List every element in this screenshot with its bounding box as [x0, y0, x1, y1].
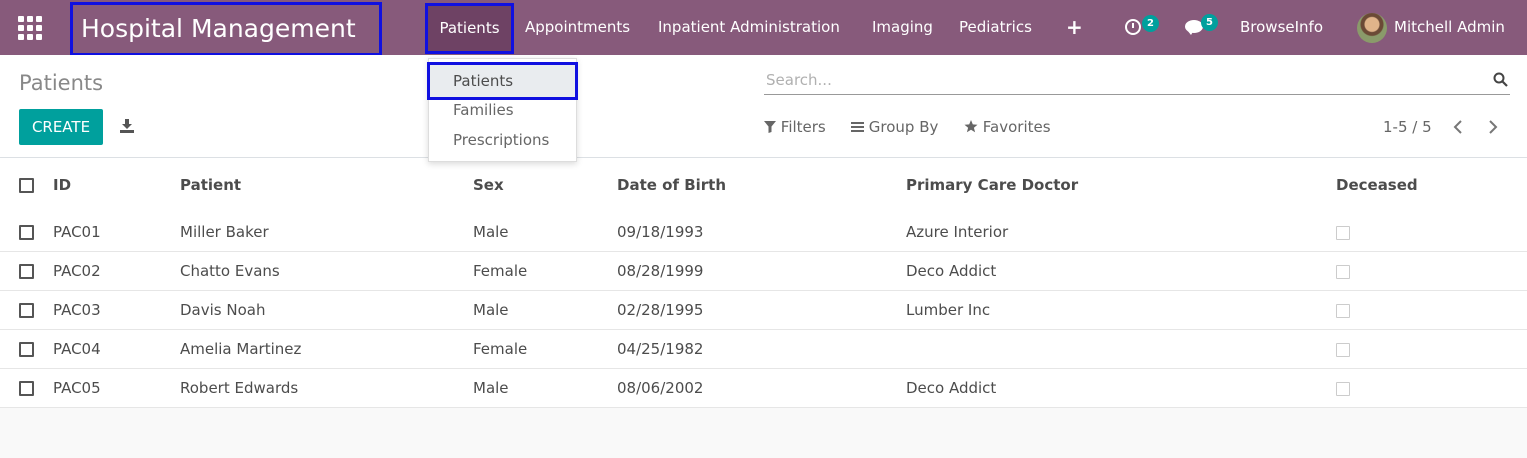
cell-id: PAC01: [53, 223, 101, 241]
top-navbar: Hospital Management Patients Appointment…: [0, 0, 1527, 56]
deceased-checkbox: [1336, 343, 1350, 357]
patients-list-table: ID Patient Sex Date of Birth Primary Car…: [0, 158, 1527, 408]
cell-date-of-birth: 09/18/1993: [617, 223, 704, 241]
filters-button[interactable]: Filters: [764, 118, 826, 136]
list-bars-icon: [851, 122, 864, 132]
cell-date-of-birth: 02/28/1995: [617, 301, 704, 319]
cell-patient: Chatto Evans: [180, 262, 280, 280]
filter-icon: [764, 121, 776, 133]
table-header: ID Patient Sex Date of Birth Primary Car…: [0, 158, 1527, 213]
menu-inpatient-administration[interactable]: Inpatient Administration: [658, 0, 840, 55]
user-menu[interactable]: Mitchell Admin: [1394, 0, 1505, 55]
dropdown-item-families[interactable]: Families: [453, 101, 514, 119]
deceased-checkbox: [1336, 265, 1350, 279]
cell-sex: Female: [473, 340, 528, 358]
cell-primary-care-doctor: Deco Addict: [906, 262, 997, 280]
menu-imaging[interactable]: Imaging: [872, 0, 933, 55]
control-panel: Patients CREATE Filters Group By Favorit…: [0, 55, 1527, 158]
cell-sex: Female: [473, 262, 528, 280]
search-icon[interactable]: [1493, 72, 1508, 87]
cell-sex: Male: [473, 379, 509, 397]
filters-label: Filters: [780, 118, 826, 136]
table-row[interactable]: PAC02 Chatto Evans Female 08/28/1999 Dec…: [0, 252, 1527, 291]
cell-primary-care-doctor: Lumber Inc: [906, 301, 991, 319]
dropdown-item-patients[interactable]: Patients: [427, 62, 578, 100]
messages-count-badge: 5: [1201, 14, 1218, 31]
group-by-label: Group By: [868, 118, 939, 136]
table-row[interactable]: PAC05 Robert Edwards Male 08/06/2002 Dec…: [0, 369, 1527, 408]
star-icon: [964, 120, 978, 133]
favorites-label: Favorites: [982, 118, 1051, 136]
column-header-primary-care-doctor[interactable]: Primary Care Doctor: [906, 158, 1078, 213]
row-checkbox[interactable]: [19, 264, 34, 279]
cell-id: PAC05: [53, 379, 101, 397]
cell-date-of-birth: 04/25/1982: [617, 340, 704, 358]
app-brand[interactable]: Hospital Management: [70, 2, 382, 56]
column-header-patient[interactable]: Patient: [180, 158, 241, 213]
cell-patient: Davis Noah: [180, 301, 266, 319]
column-header-deceased[interactable]: Deceased: [1336, 158, 1418, 213]
column-header-id[interactable]: ID: [53, 158, 71, 213]
deceased-checkbox: [1336, 226, 1350, 240]
menu-patients[interactable]: Patients: [425, 3, 514, 54]
favorites-button[interactable]: Favorites: [964, 118, 1051, 136]
cell-patient: Robert Edwards: [180, 379, 299, 397]
row-checkbox[interactable]: [19, 225, 34, 240]
activities-count-badge: 2: [1142, 15, 1159, 32]
column-header-date-of-birth[interactable]: Date of Birth: [617, 158, 726, 213]
row-checkbox[interactable]: [19, 381, 34, 396]
deceased-checkbox: [1336, 304, 1350, 318]
table-row[interactable]: PAC04 Amelia Martinez Female 04/25/1982: [0, 330, 1527, 369]
cell-date-of-birth: 08/06/2002: [617, 379, 704, 397]
cell-id: PAC03: [53, 301, 101, 319]
pager-value[interactable]: 1-5 / 5: [1383, 118, 1432, 136]
user-avatar[interactable]: [1357, 13, 1387, 43]
cell-date-of-birth: 08/28/1999: [617, 262, 704, 280]
select-all-checkbox[interactable]: [19, 178, 34, 193]
group-by-button[interactable]: Group By: [851, 118, 938, 136]
cell-sex: Male: [473, 223, 509, 241]
column-header-sex[interactable]: Sex: [473, 158, 504, 213]
download-icon[interactable]: [120, 119, 134, 133]
search-bar: [764, 67, 1510, 95]
cell-patient: Miller Baker: [180, 223, 269, 241]
chevron-right-icon[interactable]: [1484, 119, 1500, 135]
create-button[interactable]: CREATE: [19, 109, 103, 145]
dropdown-item-prescriptions[interactable]: Prescriptions: [453, 131, 549, 149]
menu-pediatrics[interactable]: Pediatrics: [959, 0, 1032, 55]
patients-dropdown-menu: Patients Families Prescriptions: [427, 58, 578, 162]
cell-sex: Male: [473, 301, 509, 319]
apps-menu-icon[interactable]: [18, 16, 42, 40]
plus-icon[interactable]: +: [1066, 0, 1083, 55]
table-row[interactable]: PAC03 Davis Noah Male 02/28/1995 Lumber …: [0, 291, 1527, 330]
cell-primary-care-doctor: Azure Interior: [906, 223, 1009, 241]
deceased-checkbox: [1336, 382, 1350, 396]
table-row[interactable]: PAC01 Miller Baker Male 09/18/1993 Azure…: [0, 213, 1527, 252]
cell-id: PAC04: [53, 340, 101, 358]
company-switcher[interactable]: BrowseInfo: [1240, 0, 1323, 55]
page-title: Patients: [19, 71, 104, 95]
activities-clock-icon[interactable]: [1125, 19, 1141, 35]
menu-appointments[interactable]: Appointments: [525, 0, 630, 55]
cell-primary-care-doctor: Deco Addict: [906, 379, 997, 397]
cell-patient: Amelia Martinez: [180, 340, 302, 358]
search-input[interactable]: [764, 67, 1464, 93]
chevron-left-icon[interactable]: [1451, 119, 1467, 135]
row-checkbox[interactable]: [19, 342, 34, 357]
cell-id: PAC02: [53, 262, 101, 280]
row-checkbox[interactable]: [19, 303, 34, 318]
